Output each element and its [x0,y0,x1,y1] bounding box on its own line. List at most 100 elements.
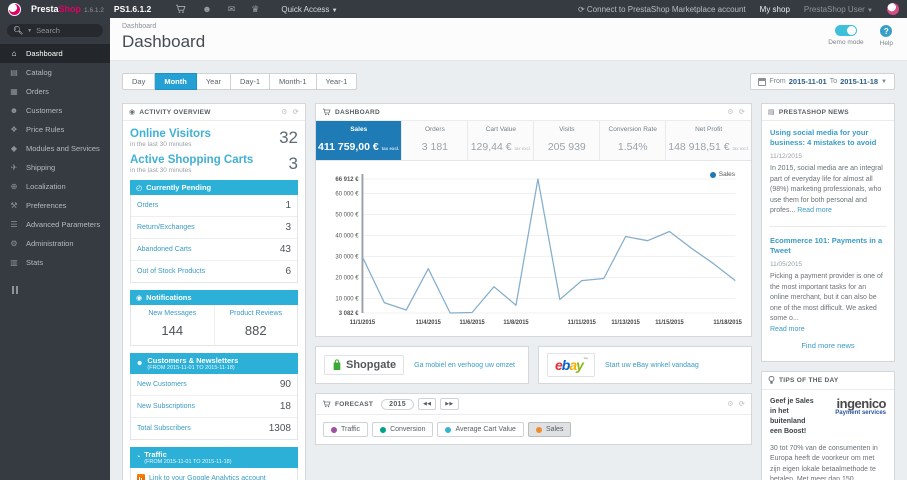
menu-collapse-button[interactable] [12,286,110,294]
breadcrumb: Dashboard [122,23,157,30]
google-analytics-link[interactable]: Link to your Google Analytics account [131,468,297,480]
read-more-link[interactable]: Read more [770,326,805,333]
sidebar-item-label: Modules and Services [26,144,100,153]
gear-icon[interactable]: ⚙ [727,108,734,116]
sidebar-item-catalog[interactable]: ▤ Catalog [0,63,110,82]
kpi-label: Cart Value [485,126,516,133]
sidebar-item-localization[interactable]: ⊕ Localization [0,177,110,196]
kpi-tab-orders[interactable]: Orders 3 181 [402,121,469,160]
date-range-picker[interactable]: From 2015-11-01 To 2015-11-18 ▼ [750,73,895,90]
sidebar-item-customers[interactable]: ☻ Customers [0,101,110,120]
forecast-title: FORECAST [335,400,374,408]
forecast-next-button[interactable]: ▶▶ [440,398,459,410]
range-button-day[interactable]: Day [122,73,156,90]
right-column: ▤ PRESTASHOP NEWS Using social media for… [761,103,895,480]
user-menu[interactable]: PrestaShop User ▼ [804,5,873,14]
range-button-year[interactable]: Year [196,73,231,90]
sidebar-item-icon: ⊕ [10,182,18,191]
range-button-month[interactable]: Month [155,73,197,90]
forecast-prev-button[interactable]: ◀◀ [417,398,437,410]
sidebar: 🔍︎ ▼ ⌂ Dashboard ▤ Catalog ▦ Orders ☻ Customers… [0,18,110,480]
quick-access-menu[interactable]: Quick Access ▼ [281,5,337,14]
sidebar-search: 🔍︎ ▼ [7,24,103,37]
demo-mode-toggle[interactable] [834,25,857,36]
refresh-icon[interactable]: ⟳ [739,108,745,116]
pending-row-orders[interactable]: Orders 1 [131,195,297,217]
refresh-icon[interactable]: ⟳ [739,400,745,408]
svg-text:11/6/2015: 11/6/2015 [459,320,485,326]
sidebar-item-advanced-parameters[interactable]: ☰ Advanced Parameters [0,215,110,234]
ebay-link[interactable]: Start uw eBay winkel vandaag [605,362,699,369]
sidebar-item-stats[interactable]: ▥ Stats [0,253,110,272]
marketplace-link[interactable]: ⟳ Connect to PrestaShop Marketplace acco… [578,5,746,14]
refresh-icon[interactable]: ⟳ [293,108,299,116]
prestashop-news-panel: ▤ PRESTASHOP NEWS Using social media for… [761,103,895,362]
total-subscribers-row[interactable]: Total Subscribers 1308 [131,418,297,439]
my-shop-link[interactable]: My shop [760,5,790,14]
range-button-month-1[interactable]: Month-1 [270,73,317,90]
customers-rows: New Customers 90 New Subscriptions 18 Tota… [130,374,298,440]
pending-row-abandoned-carts[interactable]: Abandoned Carts 43 [131,239,297,261]
news-article-title[interactable]: Using social media for your business: 4 … [770,128,886,148]
sidebar-item-orders[interactable]: ▦ Orders [0,82,110,101]
forecast-toggle-average-cart-value[interactable]: Average Cart Value [437,422,524,437]
user-avatar[interactable] [887,3,899,15]
news-article-title[interactable]: Ecommerce 101: Payments in a Tweet [770,236,886,256]
kpi-tab-net-profit[interactable]: Net Profit 148 918,51 € tax excl. [666,121,751,160]
award-icon[interactable]: ♛ [251,4,259,15]
kpi-tab-cart-value[interactable]: Cart Value 129,44 € tax excl. [468,121,535,160]
find-more-news-link[interactable]: Find more news [770,335,886,354]
filter-row: Day Month Year Day-1 Month-1 Year-1 From 2015… [122,73,895,90]
prestashop-logo-icon [8,2,21,16]
search-scope-caret-icon[interactable]: ▼ [27,28,32,34]
shopgate-link[interactable]: Ga mobiel en verhoog uw omzet [414,362,515,369]
person-icon: ☻ [136,360,144,367]
mail-icon[interactable]: ✉ [228,4,236,15]
sidebar-item-modules-and-services[interactable]: ◆ Modules and Services [0,139,110,158]
sidebar-item-label: Shipping [26,163,56,172]
sidebar-item-administration[interactable]: ⚙ Administration [0,234,110,253]
range-button-day-1[interactable]: Day-1 [231,73,271,90]
kpi-value: 148 918,51 € tax excl. [668,141,749,153]
pending-row-out-of-stock[interactable]: Out of Stock Products 6 [131,261,297,282]
forecast-toggle-conversion[interactable]: Conversion [372,422,434,437]
chart-legend[interactable]: Sales [709,171,735,178]
svg-text:40 000 €: 40 000 € [335,232,359,239]
ebay-ad: ebay™ Start uw eBay winkel vandaag [538,346,752,384]
kpi-tab-conversion-rate[interactable]: Conversion Rate 1.54% [600,121,667,160]
topbar: PrestaShop 1.6.1.2 PS1.6.1.2 ☻ ✉ ♛ Quick… [0,0,907,18]
kpi-tab-sales[interactable]: Sales 411 759,00 € tax excl. [316,121,403,160]
product-reviews-stat[interactable]: Product Reviews 882 [213,305,298,345]
sidebar-item-dashboard[interactable]: ⌂ Dashboard [0,44,110,63]
calendar-icon [758,77,767,86]
new-customers-row[interactable]: New Customers 90 [131,374,297,396]
search-input[interactable] [36,26,99,35]
sidebar-item-label: Stats [26,258,44,267]
gear-icon[interactable]: ⚙ [281,108,288,116]
svg-text:11/8/2015: 11/8/2015 [503,320,529,326]
sidebar-item-preferences[interactable]: ⚒ Preferences [0,196,110,215]
kpi-tab-visits[interactable]: Visits 205 939 [534,121,601,160]
forecast-toggle-traffic[interactable]: Traffic [323,422,369,437]
sidebar-item-price-rules[interactable]: ❖ Price Rules [0,120,110,139]
help-icon[interactable]: ? [880,25,893,37]
shopgate-ad: Shopgate Ga mobiel en verhoog uw omzet [315,346,529,384]
kpi-value: 3 181 [421,141,449,153]
kpi-label: Visits [559,126,575,133]
metric-dot-icon [445,426,452,433]
cart-icon[interactable] [175,4,186,14]
kpi-label: Conversion Rate [608,126,657,133]
gear-icon[interactable]: ⚙ [727,400,734,408]
refresh-icon: ⟳ [577,4,585,14]
read-more-link[interactable]: Read more [797,207,832,214]
new-messages-stat[interactable]: New Messages 144 [131,305,214,345]
activity-icon: ◉ [129,109,136,116]
forecast-toggle-sales[interactable]: Sales [527,422,572,437]
svg-text:11/13/2015: 11/13/2015 [611,320,640,326]
pending-row-returns[interactable]: Return/Exchanges 3 [131,217,297,239]
sidebar-item-shipping[interactable]: ✈ Shipping [0,158,110,177]
new-subscriptions-row[interactable]: New Subscriptions 18 [131,396,297,418]
range-button-year-1[interactable]: Year-1 [316,73,358,90]
customer-icon[interactable]: ☻ [202,4,211,14]
svg-text:11/4/2015: 11/4/2015 [416,320,442,326]
